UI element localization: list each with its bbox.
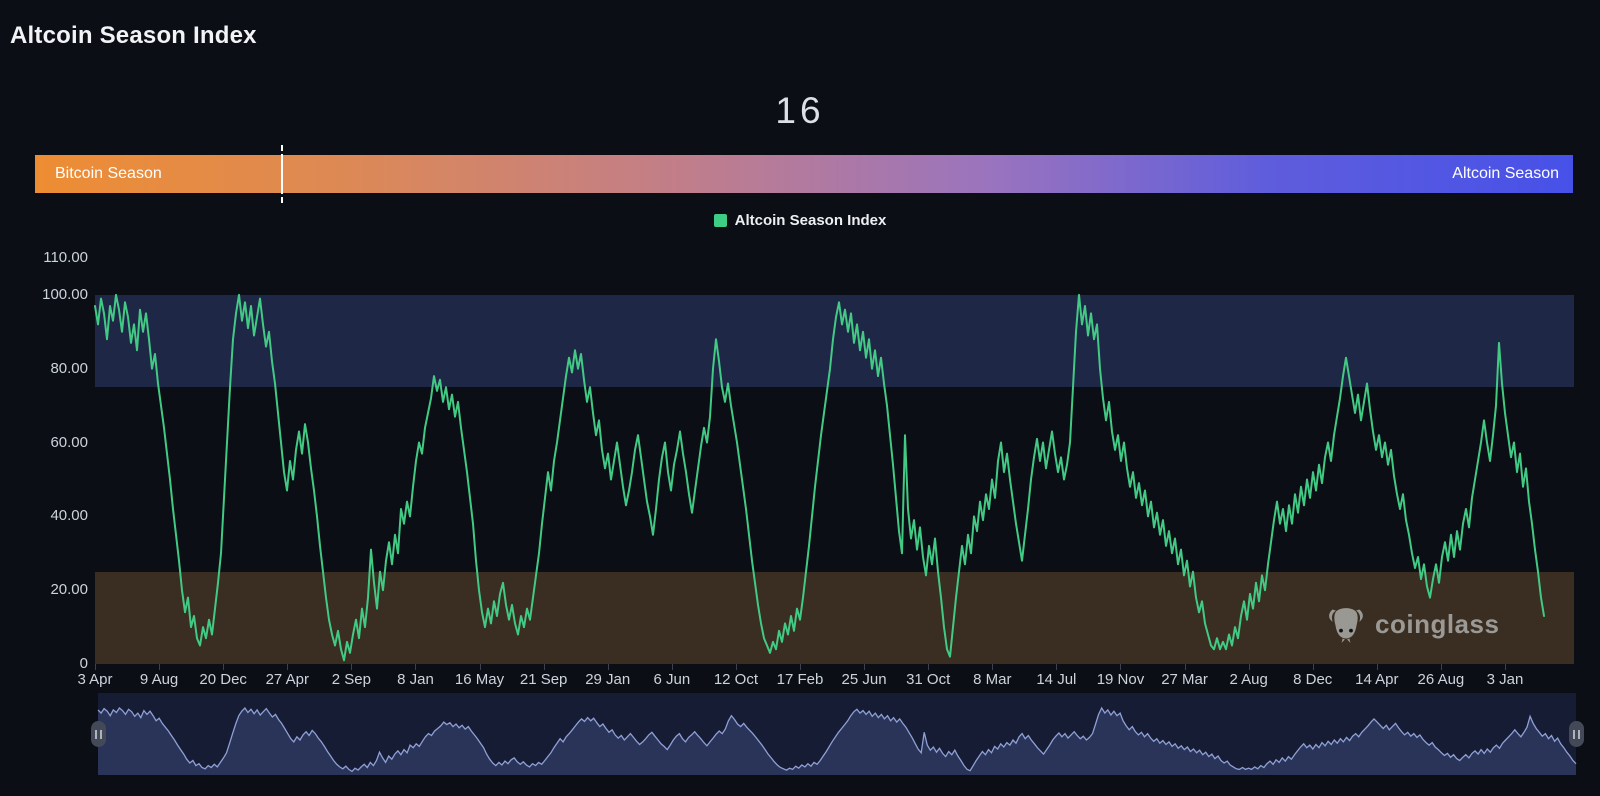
x-axis-tick	[95, 664, 96, 670]
handle-grip-icon	[1572, 729, 1575, 739]
y-axis-label: 80.00	[50, 359, 88, 377]
altcoin-season-label: Altcoin Season	[1452, 165, 1559, 182]
coinglass-watermark: coinglass	[1326, 604, 1499, 644]
y-axis-label: 60.00	[50, 433, 88, 451]
x-axis-label: 8 Jan	[397, 671, 434, 688]
x-axis-label: 9 Aug	[139, 671, 179, 688]
x-axis-tick	[735, 664, 737, 670]
navigator-background[interactable]	[98, 693, 1576, 775]
x-axis-label: 16 May	[454, 671, 505, 688]
handle-grip-icon	[94, 729, 97, 739]
x-axis-tick	[992, 664, 994, 670]
x-axis-label: 3 Apr	[77, 671, 113, 688]
x-axis-tick	[415, 664, 417, 670]
x-axis-label: 31 Oct	[906, 671, 951, 688]
x-axis-tick	[864, 664, 866, 670]
x-axis-tick	[1440, 664, 1442, 670]
x-axis-tick	[1505, 664, 1506, 670]
x-axis-label: 21 Sep	[519, 671, 568, 688]
x-axis-tick	[287, 664, 289, 670]
x-axis-label: 3 Jan	[1486, 671, 1524, 688]
handle-grip-icon	[1577, 729, 1580, 739]
current-index-marker	[281, 154, 283, 194]
x-axis-label: 8 Dec	[1293, 671, 1333, 688]
x-axis-tick	[223, 664, 225, 670]
current-index-marker-dash	[281, 145, 283, 151]
x-axis-tick	[1184, 664, 1186, 670]
coinglass-bull-icon	[1329, 608, 1363, 643]
page-title: Altcoin Season Index	[10, 22, 257, 49]
legend-label: Altcoin Season Index	[734, 212, 887, 229]
x-axis-label: 27 Apr	[265, 671, 309, 688]
x-axis-tick	[1120, 664, 1122, 670]
x-axis-label: 20 Dec	[199, 671, 247, 688]
x-axis-tick	[1376, 664, 1378, 670]
x-axis-tick	[543, 664, 545, 670]
x-axis-label: 19 Nov	[1096, 671, 1145, 688]
legend-swatch-icon	[713, 214, 727, 227]
x-axis-tick	[351, 664, 353, 670]
x-axis-label: 29 Jan	[585, 671, 631, 688]
x-axis-label: 25 Jun	[841, 671, 887, 688]
x-axis-label: 27 Mar	[1161, 671, 1208, 688]
y-axis-label: 0	[79, 655, 88, 672]
x-axis-tick	[800, 664, 801, 670]
altcoin-season-zone	[95, 294, 1574, 388]
x-axis-label: 12 Oct	[713, 671, 758, 688]
x-axis-label: 8 Mar	[973, 671, 1012, 688]
bitcoin-season-label: Bitcoin Season	[55, 165, 162, 182]
x-axis-label: 26 Aug	[1417, 671, 1465, 688]
x-axis-tick	[928, 664, 930, 670]
x-axis-tick	[159, 664, 161, 670]
navigator-right-handle[interactable]	[1568, 721, 1584, 747]
x-axis-tick	[1248, 664, 1250, 670]
x-axis-label: 14 Jul	[1036, 671, 1077, 688]
x-axis-label: 2 Sep	[331, 671, 371, 688]
x-axis-label: 6 Jun	[653, 671, 691, 688]
season-gradient-bar: Bitcoin Season Altcoin Season	[35, 155, 1573, 193]
x-axis-tick	[671, 664, 673, 670]
current-index-value: 16	[775, 90, 825, 131]
x-axis-tick	[1312, 664, 1314, 670]
x-axis-tick	[607, 664, 609, 670]
x-axis-tick	[1056, 664, 1058, 670]
chart-legend[interactable]: Altcoin Season Index	[0, 212, 1600, 229]
navigator-left-handle[interactable]	[90, 721, 106, 747]
x-axis-tick	[479, 664, 481, 670]
y-axis-label: 40.00	[50, 507, 88, 525]
y-axis-label: 100.00	[42, 285, 88, 303]
x-axis-label: 17 Feb	[776, 671, 824, 688]
y-axis-label: 110.00	[43, 249, 88, 266]
y-axis-label: 20.00	[50, 581, 88, 599]
x-axis-label: 2 Aug	[1229, 671, 1268, 688]
current-index-marker-dash	[281, 197, 283, 203]
x-axis-label: 14 Apr	[1355, 671, 1399, 688]
handle-grip-icon	[99, 729, 102, 739]
watermark-text: coinglass	[1375, 608, 1500, 639]
